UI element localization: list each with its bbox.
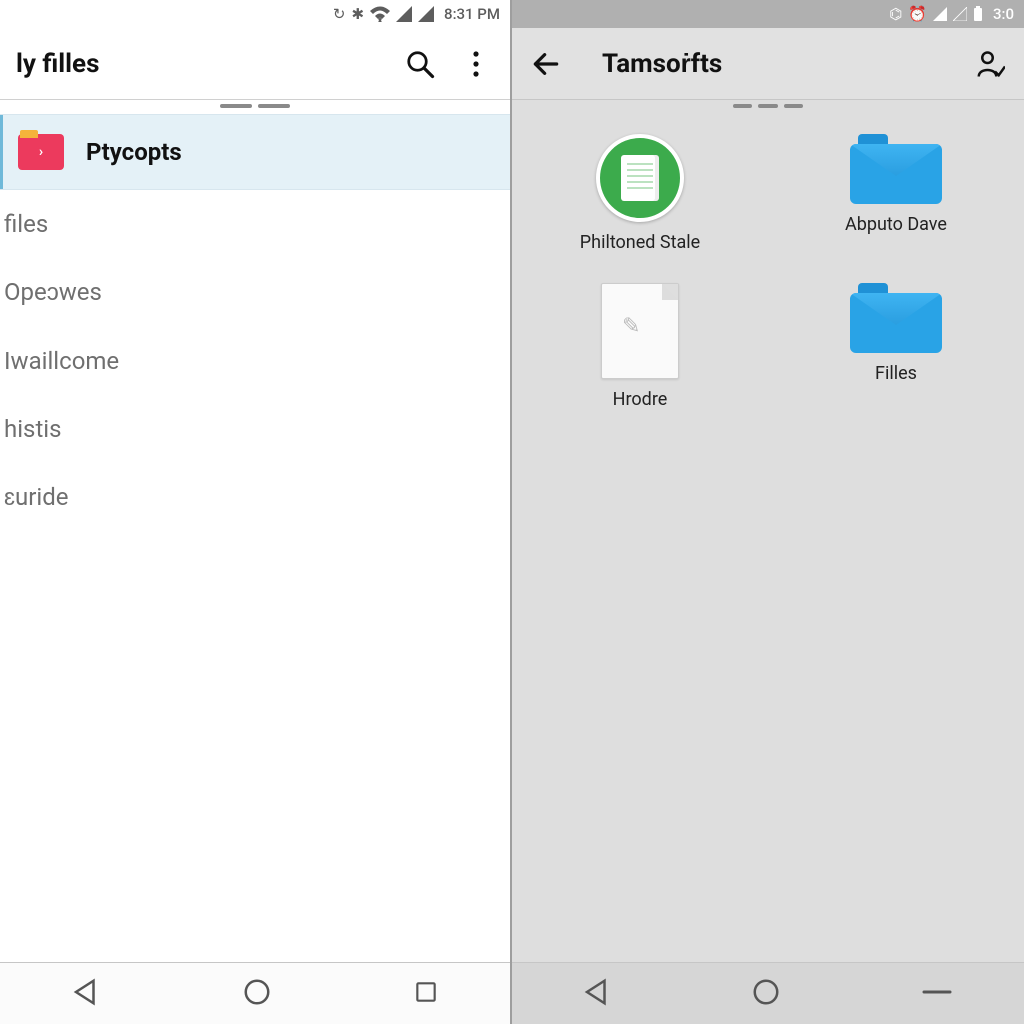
grid-item-filles[interactable]: Filles [796, 283, 996, 410]
clock-right: 3:0 [993, 5, 1014, 23]
bt-icon: ⌬ [889, 5, 902, 23]
nav-recents-button[interactable] [920, 982, 954, 1006]
nav-home-button[interactable] [751, 977, 781, 1011]
triangle-back-icon [71, 977, 101, 1007]
nav-home-button[interactable] [242, 977, 272, 1011]
account-button[interactable] [972, 46, 1008, 82]
grid-item-label: Abputo Dave [845, 214, 947, 235]
status-bar-right: ⌬ ⏰ 3:0 [512, 0, 1024, 28]
right-screen: ⌬ ⏰ 3:0 Tamsoṙfts [512, 0, 1024, 1024]
sidebar-item-label: Ptycopts [86, 138, 182, 166]
person-check-icon [975, 49, 1005, 79]
sidebar-item-uride[interactable]: ɛuride [0, 463, 510, 532]
nav-recents-button[interactable] [413, 979, 439, 1009]
battery-icon [973, 6, 983, 22]
wifi-icon [370, 6, 390, 22]
square-recents-icon [413, 979, 439, 1005]
nav-back-button[interactable] [71, 977, 101, 1011]
dnd-icon: ✱ [351, 5, 364, 23]
sidebar-item-opeowes[interactable]: Opeɔwes [0, 258, 510, 327]
file-icon: ✎ [601, 283, 679, 379]
nav-back-button[interactable] [582, 977, 612, 1011]
overflow-icon [472, 49, 480, 79]
app-icon [596, 134, 684, 222]
back-button[interactable] [528, 46, 564, 82]
drag-handle-left[interactable] [0, 100, 510, 114]
folder-icon [850, 283, 942, 353]
nav-bar-left [0, 962, 510, 1024]
overflow-button[interactable] [458, 46, 494, 82]
app-bar-left: ly filles [0, 28, 510, 100]
sync-icon: ↻ [333, 5, 346, 23]
sidebar-item-label: Opeɔwes [4, 278, 102, 306]
search-button[interactable] [402, 46, 438, 82]
page-title-left: ly filles [16, 49, 99, 79]
grid-item-abputo-dave[interactable]: Abputo Dave [796, 134, 996, 253]
minus-recents-icon [920, 982, 954, 1002]
drag-handle-right[interactable] [512, 100, 1024, 114]
cell-signal-icon [933, 7, 947, 21]
page-title-right: Tamsoṙfts [602, 48, 722, 79]
grid-item-philtoned-stale[interactable]: Philtoned Stale [540, 134, 740, 253]
left-screen: ↻ ✱ 8:31 PM ly filles [0, 0, 512, 1024]
triangle-back-icon [582, 977, 612, 1007]
grid-item-label: Hrodre [613, 389, 668, 410]
sidebar-item-label: histis [4, 415, 62, 443]
sidebar-item-histis[interactable]: histis [0, 395, 510, 463]
sidebar-item-label: files [4, 210, 48, 238]
folder-icon [850, 134, 942, 204]
arrow-back-icon [530, 48, 562, 80]
circle-home-icon [751, 977, 781, 1007]
search-icon [405, 49, 435, 79]
grid-item-label: Filles [875, 363, 917, 384]
sidebar-item-files[interactable]: files [0, 190, 510, 258]
sidebar-item-iwaillcome[interactable]: Iwaillcome [0, 327, 510, 395]
sidebar-item-label: Iwaillcome [4, 347, 119, 375]
grid-item-label: Philtoned Stale [580, 232, 700, 253]
cell-signal-icon-2 [418, 6, 434, 22]
app-bar-right: Tamsoṙfts [512, 28, 1024, 100]
sidebar-item-label: ɛuride [4, 483, 68, 511]
circle-home-icon [242, 977, 272, 1007]
cell-signal-icon [396, 6, 412, 22]
file-grid: Philtoned Stale Abputo Dave ✎ Hrodre Fil… [512, 114, 1024, 962]
alarm-icon: ⏰ [908, 5, 927, 23]
cell-signal-icon-2 [953, 7, 967, 21]
grid-item-hrodre[interactable]: ✎ Hrodre [540, 283, 740, 410]
nav-bar-right [512, 962, 1024, 1024]
folder-icon: › [18, 134, 64, 170]
clock-left: 8:31 PM [444, 5, 500, 23]
status-bar-left: ↻ ✱ 8:31 PM [0, 0, 510, 28]
sidebar-item-ptycopts[interactable]: › Ptycopts [0, 114, 510, 190]
